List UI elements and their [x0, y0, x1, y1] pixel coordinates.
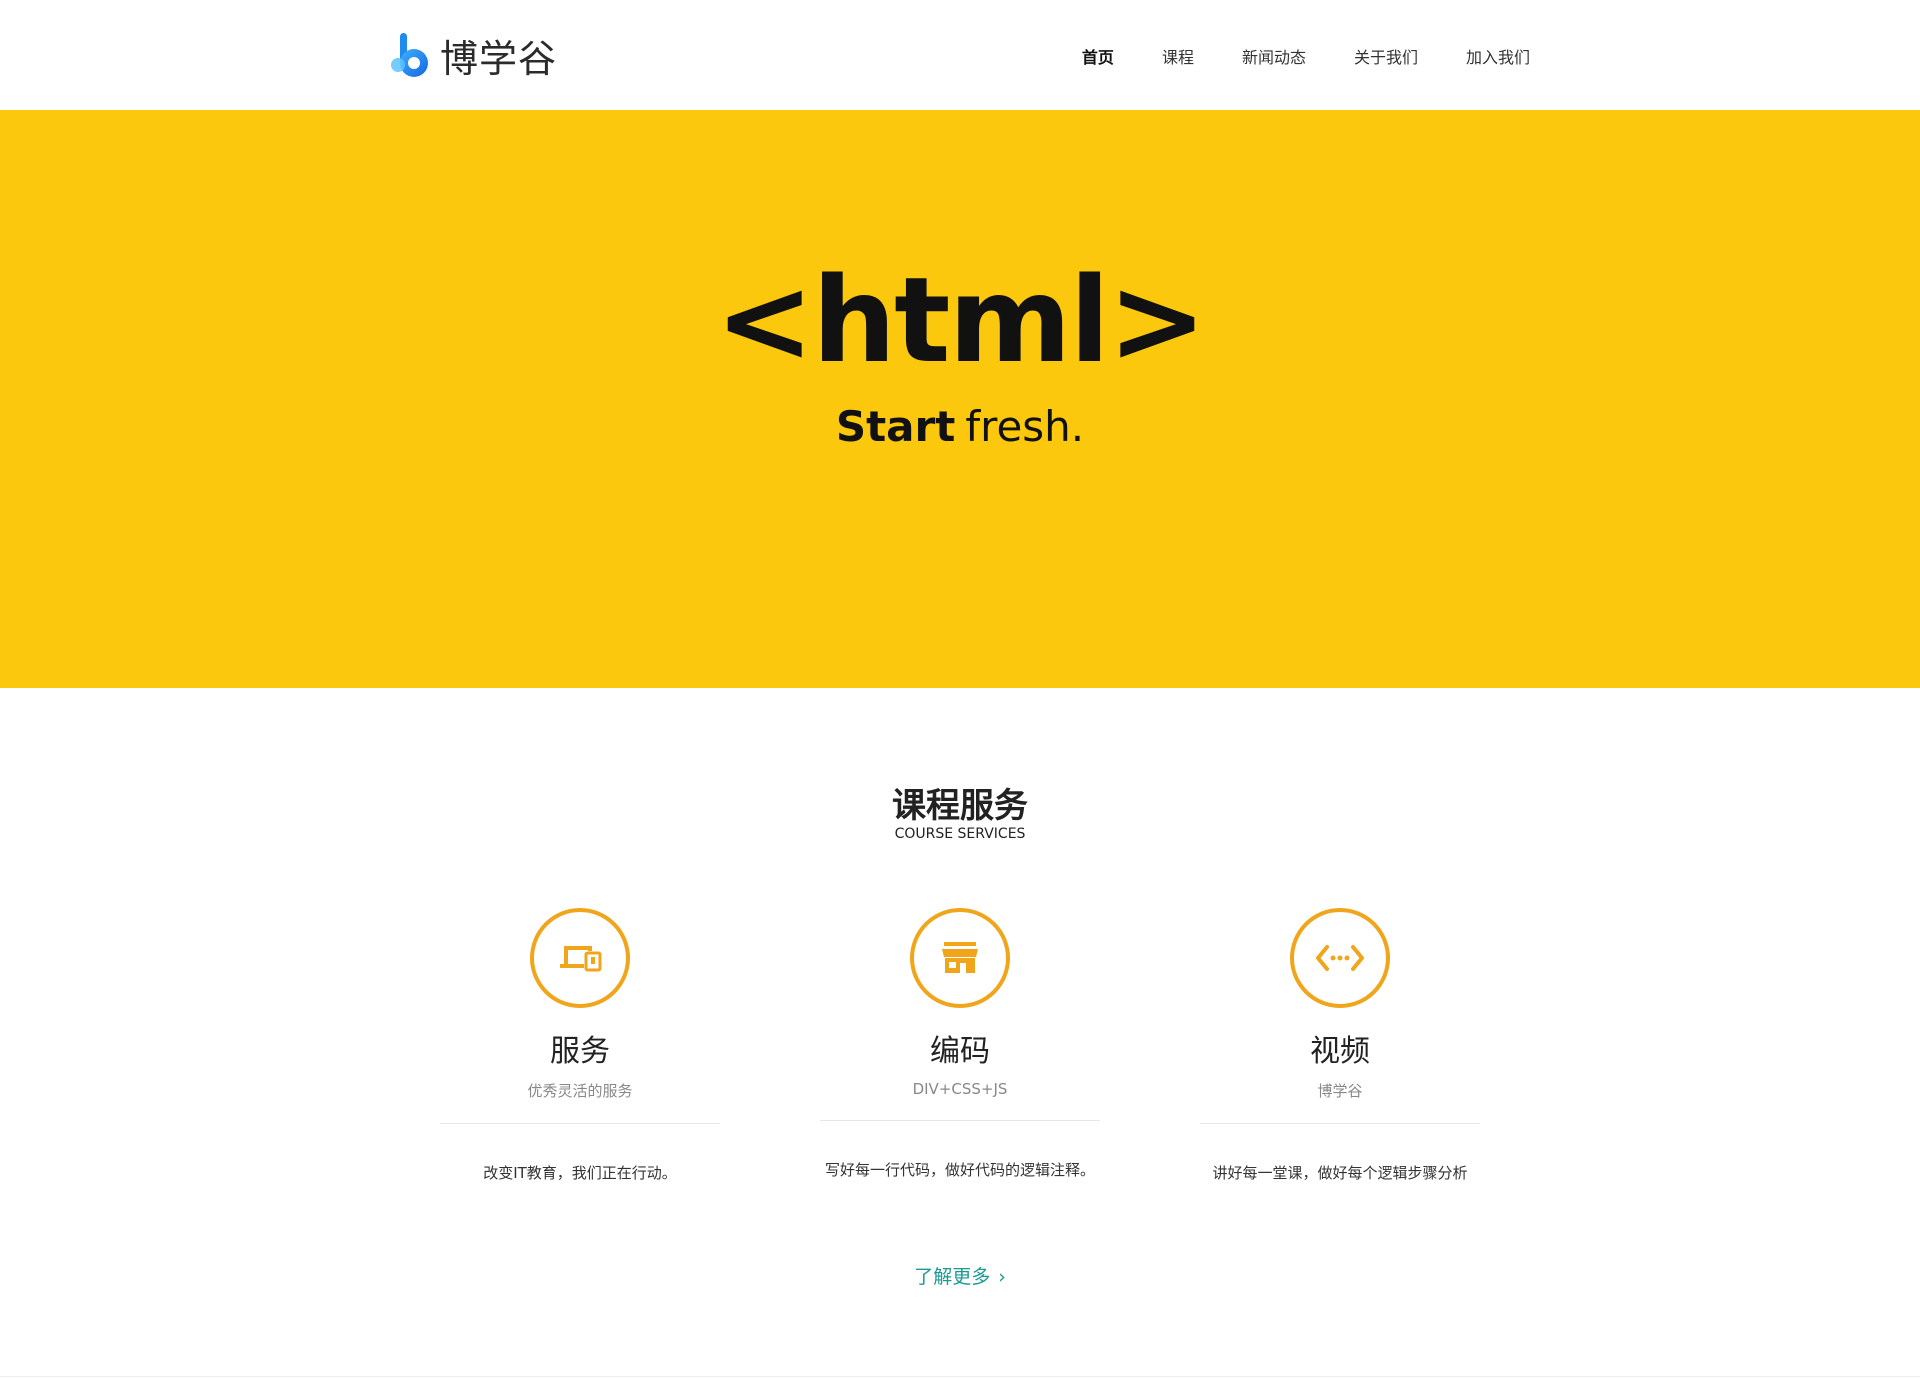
- logo[interactable]: 博学谷: [390, 30, 558, 81]
- learn-more-label: 了解更多: [914, 1266, 991, 1288]
- divider: [440, 1123, 720, 1124]
- logo-text: 博学谷: [440, 36, 558, 81]
- code-icon: [1290, 908, 1390, 1008]
- service-description: 讲好每一堂课，做好每个逻辑步骤分析: [1212, 1164, 1468, 1182]
- service-subtitle: 优秀灵活的服务: [527, 1082, 633, 1100]
- service-card-coding: 编码 DIV+CSS+JS 写好每一行代码，做好代码的逻辑注释。: [815, 908, 1105, 1180]
- nav-item-about[interactable]: 关于我们: [1354, 44, 1418, 68]
- divider: [0, 1376, 1920, 1377]
- site-header: 博学谷 首页 课程 新闻动态 关于我们 加入我们: [0, 0, 1920, 110]
- section-subtitle: COURSE SERVICES: [894, 826, 1026, 842]
- store-icon: [910, 908, 1010, 1008]
- hero-tagline-bold: Start: [835, 402, 956, 451]
- devices-icon: [530, 908, 630, 1008]
- service-description: 写好每一行代码，做好代码的逻辑注释。: [824, 1161, 1095, 1179]
- nav-item-join[interactable]: 加入我们: [1466, 44, 1530, 68]
- hero-tagline-light: fresh.: [965, 402, 1085, 451]
- logo-b-icon: [390, 31, 434, 79]
- hero-code-text: <html>: [715, 251, 1207, 389]
- service-card-video: 视频 博学谷 讲好每一堂课，做好每个逻辑步骤分析: [1195, 908, 1485, 1183]
- service-card-service: 服务 优秀灵活的服务 改变IT教育，我们正在行动。: [435, 908, 725, 1183]
- nav-item-news[interactable]: 新闻动态: [1242, 44, 1306, 68]
- learn-more-link[interactable]: 了解更多 ›: [0, 1262, 1920, 1289]
- service-title: 视频: [1310, 1034, 1370, 1069]
- main-nav: 首页 课程 新闻动态 关于我们 加入我们: [1082, 44, 1530, 68]
- divider: [820, 1120, 1100, 1121]
- divider: [1200, 1123, 1480, 1124]
- service-title: 服务: [550, 1034, 610, 1069]
- hero-banner: <html> Start fresh.: [0, 110, 1920, 688]
- chevron-right-icon: ›: [998, 1266, 1006, 1288]
- service-description: 改变IT教育，我们正在行动。: [483, 1164, 677, 1182]
- service-subtitle: 博学谷: [1317, 1082, 1363, 1100]
- service-title: 编码: [930, 1034, 990, 1069]
- service-subtitle: DIV+CSS+JS: [912, 1080, 1008, 1098]
- nav-item-home[interactable]: 首页: [1082, 44, 1114, 68]
- nav-item-courses[interactable]: 课程: [1162, 44, 1194, 68]
- hero-tagline: Start fresh.: [0, 402, 1920, 451]
- section-title: 课程服务: [892, 786, 1028, 826]
